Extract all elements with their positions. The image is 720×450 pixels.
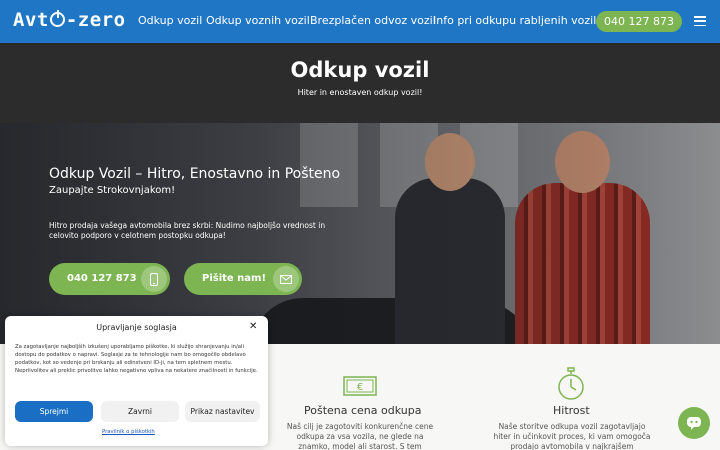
cookie-accept-button[interactable]: Sprejmi <box>15 401 93 422</box>
cta-phone-button[interactable]: 040 127 873 <box>49 263 170 295</box>
cta-write-label: Pišite nam! <box>202 273 267 284</box>
feature-title-speed: Hitrost <box>553 404 590 417</box>
cookie-reject-button[interactable]: Zavrni <box>101 401 179 422</box>
cookie-title: Upravljanje soglasja <box>96 323 177 332</box>
nav-phone-button[interactable]: 040 127 873 <box>596 11 682 32</box>
envelope-icon <box>273 266 299 292</box>
feature-text-speed: Naše storitve odkupa vozil zagotavljajo … <box>493 422 651 450</box>
hero-heading: Odkup Vozil – Hitro, Enostavno in Pošten… <box>49 166 341 182</box>
chat-widget-button[interactable] <box>678 407 710 439</box>
hero-section: Odkup Vozil – Hitro, Enostavno in Pošten… <box>0 123 720 344</box>
cta-write-button[interactable]: Pišite nam! <box>184 263 302 295</box>
hero-paragraph: Hitro prodaja vašega avtomobila brez skr… <box>49 221 326 240</box>
feature-title-fair-price: Poštena cena odkupa <box>304 404 422 417</box>
cta-phone-label: 040 127 873 <box>67 273 137 284</box>
phone-icon <box>141 266 167 292</box>
site-logo[interactable]: Avt -zero <box>13 9 126 31</box>
logo-text-right: -zero <box>65 9 126 31</box>
cookie-preferences-button[interactable]: Prikaz nastavitev <box>185 401 260 422</box>
nav-link-brezplacen-odvoz[interactable]: Brezplačen odvoz vozil <box>310 14 436 27</box>
cookie-consent-dialog: Upravljanje soglasja ✕ Za zagotavljanje … <box>5 316 268 446</box>
svg-text:€: € <box>357 382 363 393</box>
cookie-policy-link[interactable]: Pravilnik o piškotkih <box>102 429 155 435</box>
nav-link-info-odkup[interactable]: Info pri odkupu rabljenih vozil <box>433 14 596 27</box>
logo-power-icon <box>49 10 65 27</box>
chat-icon <box>687 417 701 430</box>
page-title: Odkup vozil <box>290 58 430 82</box>
nav-link-odkup-voznih-vozil[interactable]: Odkup voznih vozil <box>206 14 310 27</box>
stopwatch-icon <box>557 367 585 405</box>
nav-link-odkup-vozil[interactable]: Odkup vozil <box>138 14 202 27</box>
money-icon: € <box>343 376 377 400</box>
hero-subheading: Zaupajte Strokovnjakom! <box>49 185 176 196</box>
logo-text-left: Avt <box>13 9 49 31</box>
page-subtitle: Hiter in enostaven odkup vozil! <box>297 88 423 97</box>
page-title-band: Odkup vozil Hiter in enostaven odkup voz… <box>0 43 720 123</box>
hamburger-icon[interactable] <box>694 16 706 26</box>
top-navbar: Avt -zero Odkup vozil Odkup voznih vozil … <box>0 0 720 43</box>
cookie-body-text: Za zagotavljanje najboljših izkušenj upo… <box>15 344 258 374</box>
feature-text-fair-price: Naš cilj je zagotoviti konkurenčne cene … <box>286 422 434 450</box>
close-icon[interactable]: ✕ <box>249 321 257 332</box>
